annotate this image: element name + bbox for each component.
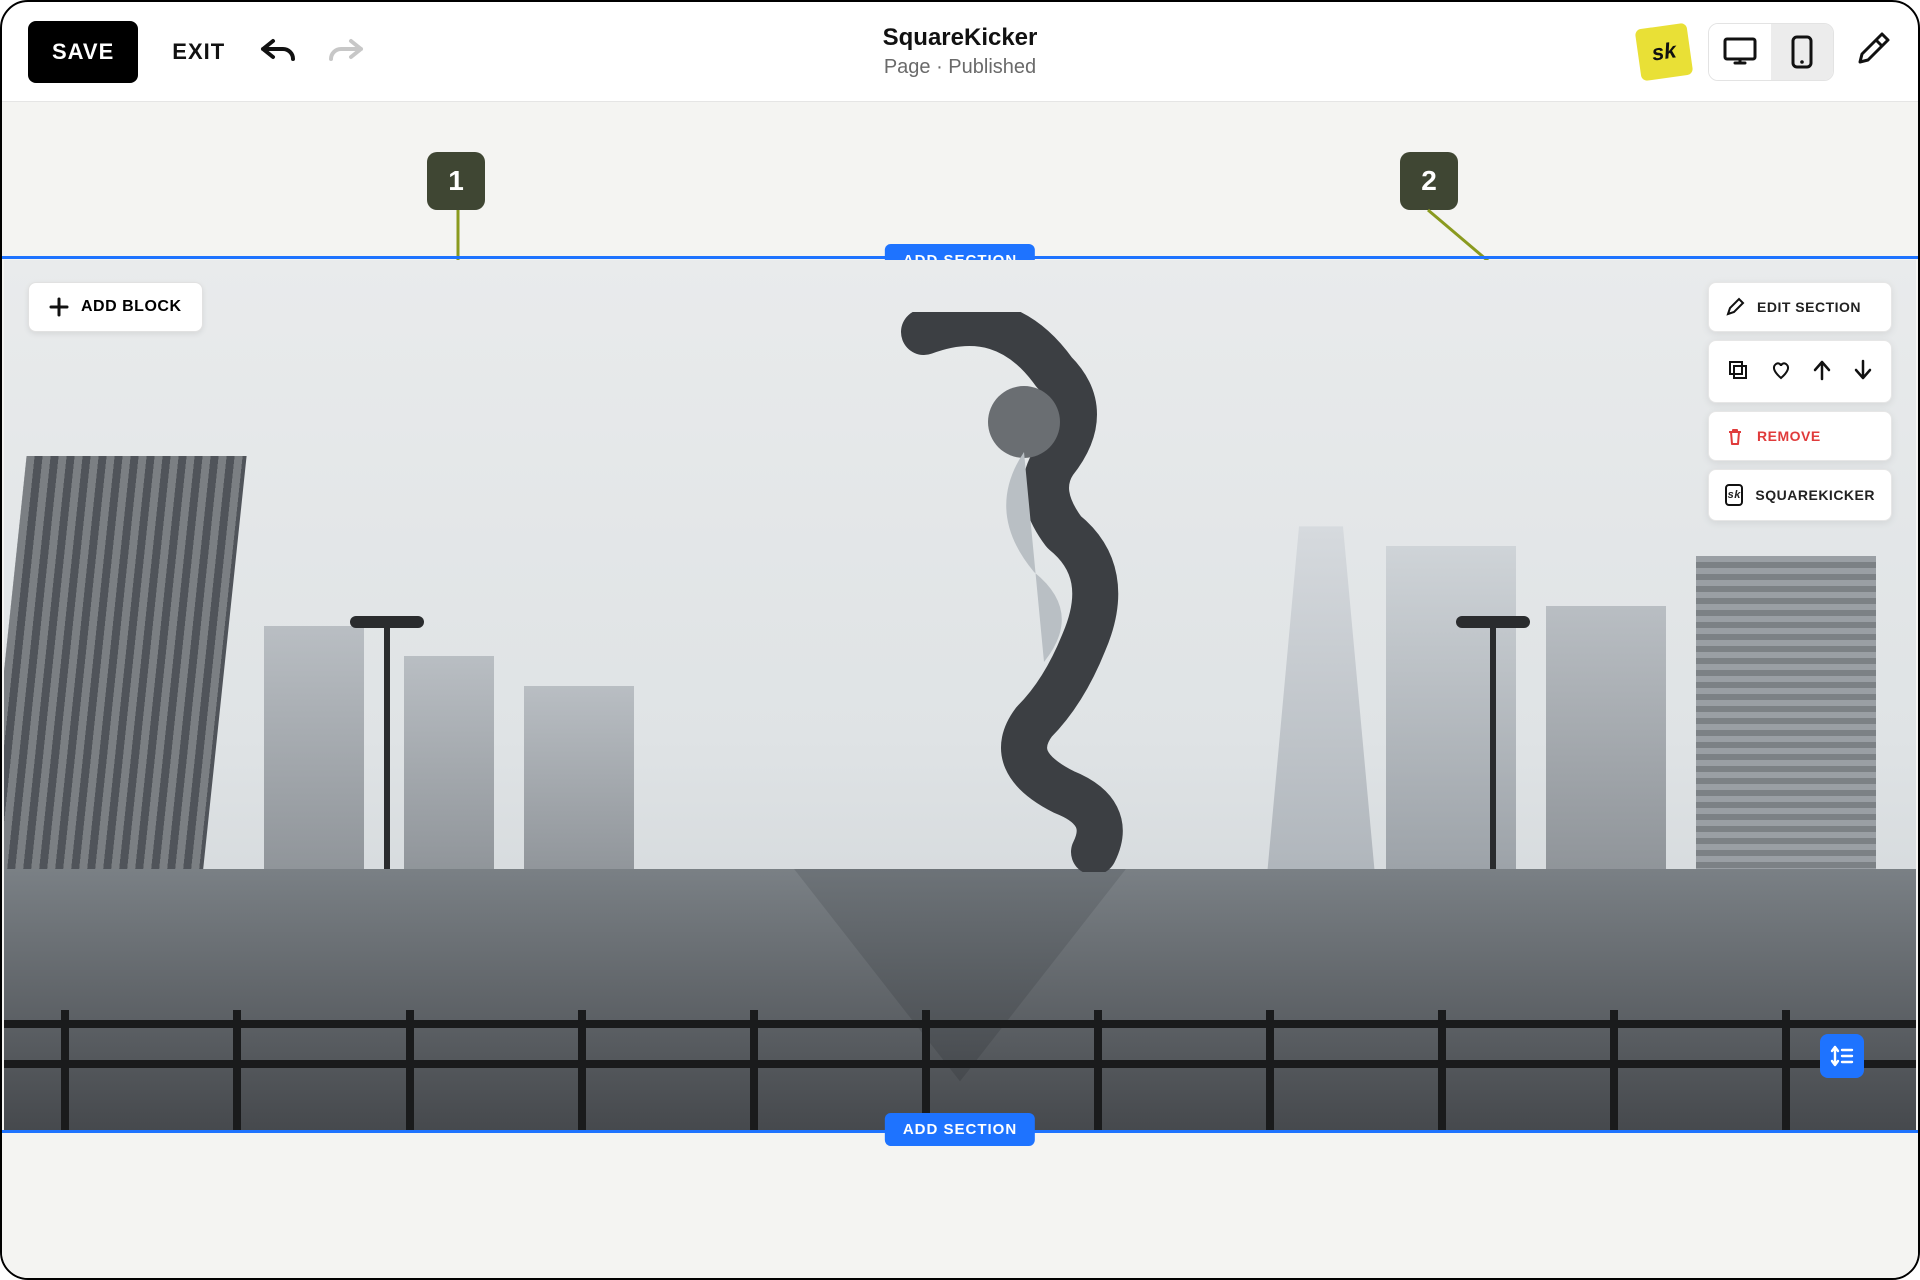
exit-button[interactable]: EXIT bbox=[172, 39, 225, 65]
page-title-block: SquareKicker Page · Published bbox=[883, 24, 1038, 79]
add-section-bottom-button[interactable]: ADD SECTION bbox=[885, 1113, 1035, 1146]
jumping-person bbox=[884, 312, 1184, 872]
styles-brush-button[interactable] bbox=[1852, 30, 1892, 73]
building-shape bbox=[404, 656, 494, 886]
desktop-view-button[interactable] bbox=[1709, 24, 1771, 80]
squarekicker-menu-button[interactable]: sk SQUAREKICKER bbox=[1709, 470, 1891, 520]
arrow-up-icon bbox=[1812, 359, 1832, 381]
brush-icon bbox=[1852, 30, 1892, 70]
remove-section-button[interactable]: REMOVE bbox=[1709, 412, 1891, 460]
heart-icon bbox=[1770, 359, 1792, 381]
building-shape bbox=[524, 686, 634, 886]
editor-topbar: SAVE EXIT SquareKicker Page · Published … bbox=[2, 2, 1918, 102]
annotation-badge-1: 1 bbox=[427, 152, 485, 210]
mobile-icon bbox=[1791, 35, 1813, 69]
squarekicker-label: SQUAREKICKER bbox=[1755, 487, 1875, 503]
section-context-menu: EDIT SECTION REMOVE sk bbox=[1708, 282, 1892, 521]
building-shape bbox=[1696, 556, 1876, 886]
editor-canvas: 1 2 ADD SECTION bbox=[2, 102, 1918, 1278]
arrow-down-icon bbox=[1853, 359, 1873, 381]
save-section-button[interactable] bbox=[1764, 353, 1798, 390]
remove-label: REMOVE bbox=[1757, 428, 1821, 444]
vertical-resize-list-icon bbox=[1829, 1043, 1855, 1069]
squarekicker-mini-icon: sk bbox=[1725, 484, 1743, 506]
add-block-button[interactable]: ADD BLOCK bbox=[28, 282, 203, 332]
streetlamp-shape bbox=[1490, 626, 1496, 886]
save-button[interactable]: SAVE bbox=[28, 21, 138, 83]
duplicate-section-button[interactable] bbox=[1721, 353, 1755, 390]
building-shape bbox=[1546, 606, 1666, 886]
duplicate-icon bbox=[1727, 359, 1749, 381]
building-shape bbox=[1386, 546, 1516, 886]
desktop-icon bbox=[1723, 37, 1757, 67]
plus-icon bbox=[49, 297, 69, 317]
mobile-view-button[interactable] bbox=[1771, 24, 1833, 80]
building-shape bbox=[264, 626, 364, 886]
edit-section-button[interactable]: EDIT SECTION bbox=[1709, 283, 1891, 331]
section-settings-floating-button[interactable] bbox=[1820, 1034, 1864, 1078]
hero-section[interactable] bbox=[4, 260, 1916, 1130]
move-section-down-button[interactable] bbox=[1847, 353, 1879, 390]
railing-shape bbox=[4, 1010, 1916, 1130]
redo-icon bbox=[329, 37, 365, 67]
undo-button[interactable] bbox=[259, 37, 295, 67]
trash-icon bbox=[1725, 426, 1745, 446]
redo-button[interactable] bbox=[329, 37, 365, 67]
move-section-up-button[interactable] bbox=[1806, 353, 1838, 390]
page-subtitle: Page · Published bbox=[883, 56, 1038, 79]
topbar-right: sk bbox=[1638, 23, 1892, 81]
streetlamp-shape bbox=[384, 626, 390, 886]
add-block-label: ADD BLOCK bbox=[81, 298, 182, 316]
edit-section-label: EDIT SECTION bbox=[1757, 299, 1861, 315]
topbar-left: SAVE EXIT bbox=[28, 21, 365, 83]
page-title: SquareKicker bbox=[883, 24, 1038, 52]
annotation-badge-2: 2 bbox=[1400, 152, 1458, 210]
device-toggle bbox=[1708, 23, 1834, 81]
pencil-icon bbox=[1725, 297, 1745, 317]
undo-icon bbox=[259, 37, 295, 67]
squarekicker-logo[interactable]: sk bbox=[1635, 22, 1694, 81]
